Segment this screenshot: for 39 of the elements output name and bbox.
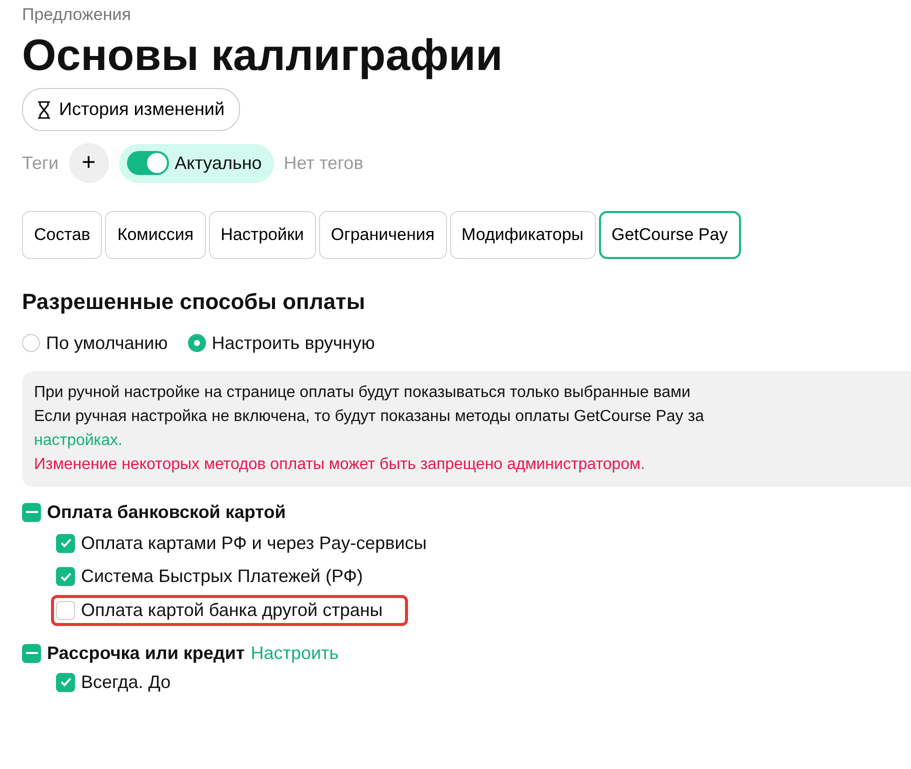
checkbox[interactable] (56, 567, 75, 586)
info-text: При ручной настройке на странице оплаты будут показываться только выбранные вами (34, 382, 692, 403)
page-title: Основы каллиграфии (22, 30, 504, 82)
tab[interactable]: GetCourse Pay (598, 211, 741, 259)
tab[interactable]: Модификаторы (450, 211, 596, 259)
group-title: Рассрочка или кредит (47, 642, 245, 665)
checkbox[interactable] (56, 600, 75, 620)
checkbox-label[interactable]: Всегда. До (81, 670, 171, 694)
tab[interactable]: Состав (22, 211, 102, 259)
warning-text: Изменение некоторых методов оплаты может быть запрещено администратором. (34, 454, 646, 475)
checkbox[interactable] (56, 534, 75, 553)
info-text: Если ручная настройка не включена, то будут показаны методы оплаты GetCourse Pay за (34, 406, 705, 427)
section-heading: Разрешенные способы оплаты (22, 288, 366, 316)
radio-button[interactable] (188, 334, 206, 352)
radio-button[interactable] (22, 334, 40, 352)
tab[interactable]: Настройки (208, 211, 316, 259)
check-icon (60, 677, 72, 688)
minus-icon (26, 511, 38, 514)
tags-label: Теги (22, 152, 59, 175)
breadcrumb-link[interactable]: Предложения (22, 2, 911, 28)
checkbox[interactable] (56, 672, 75, 692)
radio-label[interactable]: По умолчанию (46, 330, 168, 357)
group-checkbox[interactable] (22, 644, 41, 663)
hourglass-icon (37, 100, 51, 119)
empty-tags-text: Нет тегов (284, 152, 364, 175)
checkbox-label[interactable]: Оплата картами РФ и через Pay-сервисы (81, 532, 427, 556)
radio-label[interactable]: Настроить вручную (212, 330, 375, 357)
group-title: Оплата банковской картой (47, 500, 286, 524)
checkbox-label[interactable]: Оплата картой банка другой страны (81, 598, 383, 622)
minus-icon (26, 652, 38, 654)
tab[interactable]: Ограничения (318, 211, 447, 259)
checkbox-label[interactable]: Система Быстрых Платежей (РФ) (81, 565, 363, 589)
check-icon (60, 538, 72, 548)
history-button[interactable]: История изменений (22, 88, 240, 132)
group-checkbox[interactable] (22, 502, 41, 522)
tab[interactable]: Комиссия (105, 211, 206, 259)
add-tag-button[interactable]: + (68, 143, 109, 184)
check-icon (60, 572, 72, 582)
status-toggle[interactable]: Актуально (118, 144, 274, 183)
